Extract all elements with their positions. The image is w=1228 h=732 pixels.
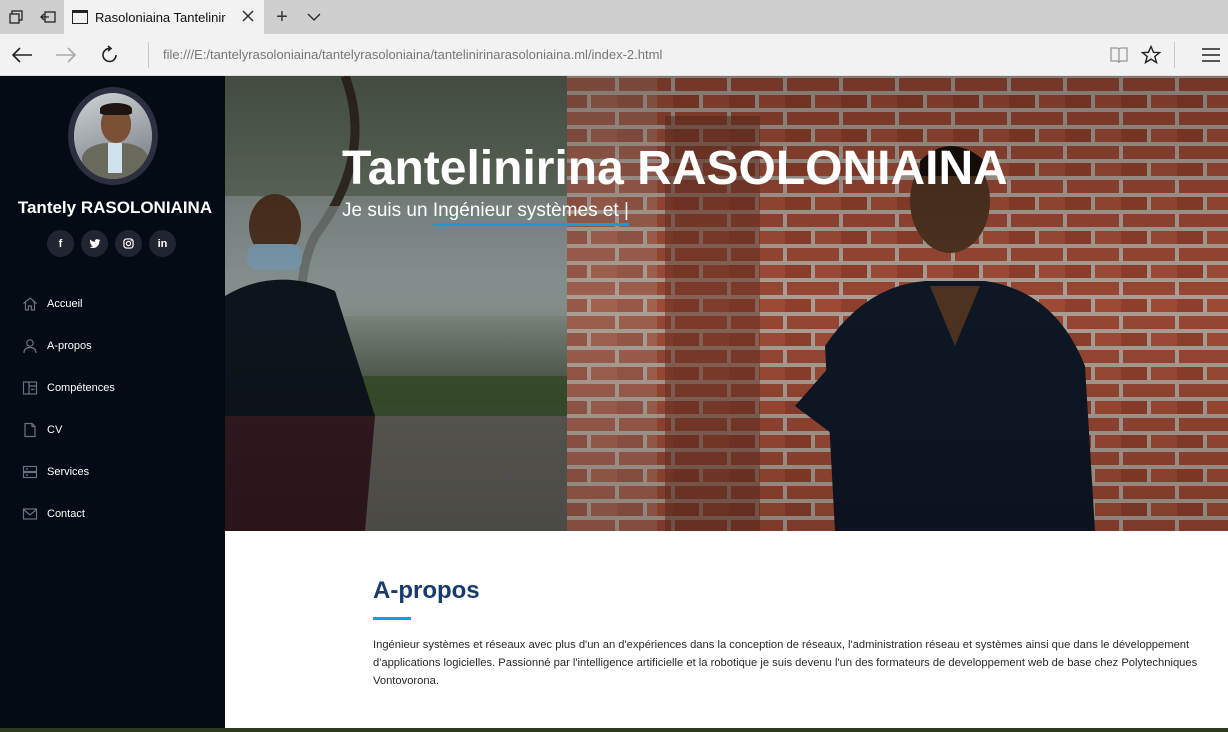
hero-subtitle: Je suis un Ingénieur systèmes et | bbox=[342, 200, 629, 226]
about-heading-underline bbox=[373, 617, 411, 620]
envelope-icon bbox=[22, 508, 38, 520]
sidebar-item-label: A-propos bbox=[47, 340, 92, 352]
sidebar-item-competences[interactable]: Compétences bbox=[22, 367, 212, 409]
page-icon bbox=[72, 10, 88, 24]
instagram-icon[interactable] bbox=[115, 230, 142, 257]
bottom-strip bbox=[0, 728, 1228, 732]
sidebar-item-label: Accueil bbox=[47, 298, 83, 310]
sidebar-item-a-propos[interactable]: A-propos bbox=[22, 325, 212, 367]
sidebar-item-contact[interactable]: Contact bbox=[22, 493, 212, 535]
set-aside-tabs-icon[interactable] bbox=[32, 0, 64, 34]
sidebar-item-label: Compétences bbox=[47, 382, 115, 394]
sidebar: Tantely RASOLONIAINA f in Accueil A-prop… bbox=[0, 76, 225, 732]
sidebar-item-services[interactable]: Services bbox=[22, 451, 212, 493]
address-bar[interactable]: file:///E:/tantelyrasoloniaina/tantelyra… bbox=[163, 47, 662, 62]
file-icon bbox=[24, 422, 36, 438]
hero-subtitle-prefix: Je suis un bbox=[342, 200, 433, 221]
toolbar-separator bbox=[1174, 42, 1175, 68]
hero-section: Tantelinirina RASOLONIAINA Je suis un In… bbox=[225, 76, 1228, 531]
sidebar-name[interactable]: Tantely RASOLONIAINA bbox=[0, 198, 230, 218]
reading-view-icon[interactable] bbox=[1102, 38, 1136, 72]
tab-manager-icon[interactable] bbox=[0, 0, 32, 34]
sidebar-item-label: Services bbox=[47, 466, 90, 478]
facebook-icon[interactable]: f bbox=[47, 230, 74, 257]
tab-title: Rasoloniaina Tantelinir bbox=[95, 9, 226, 25]
social-links: f in bbox=[47, 230, 176, 257]
active-tab[interactable]: Rasoloniaina Tantelinir bbox=[64, 0, 264, 34]
back-arrow-icon[interactable] bbox=[5, 38, 39, 72]
sidebar-item-cv[interactable]: CV bbox=[22, 409, 212, 451]
new-tab-button[interactable]: + bbox=[268, 0, 296, 34]
linkedin-icon[interactable]: in bbox=[149, 230, 176, 257]
favorite-star-icon[interactable] bbox=[1134, 38, 1168, 72]
sidebar-item-label: CV bbox=[47, 424, 63, 436]
refresh-icon[interactable] bbox=[93, 38, 127, 72]
sidebar-item-label: Contact bbox=[47, 508, 85, 520]
browser-nav-bar: file:///E:/tantelyrasoloniaina/tantelyra… bbox=[0, 34, 1228, 76]
about-text: Ingénieur systèmes et réseaux avec plus … bbox=[373, 639, 1198, 687]
server-icon bbox=[22, 465, 38, 479]
profile-avatar bbox=[68, 87, 158, 185]
sidebar-menu: Accueil A-propos Compétences CV Services… bbox=[22, 283, 212, 535]
sidebar-item-accueil[interactable]: Accueil bbox=[22, 283, 212, 325]
forward-arrow-icon[interactable] bbox=[49, 38, 83, 72]
user-icon bbox=[23, 339, 37, 354]
about-section: A-propos Ingénieur systèmes et réseaux a… bbox=[225, 531, 1228, 728]
hero-title: Tantelinirina RASOLONIAINA bbox=[342, 142, 1008, 195]
about-heading: A-propos bbox=[373, 577, 480, 604]
address-separator bbox=[148, 42, 149, 68]
browser-tab-bar: Rasoloniaina Tantelinir + bbox=[0, 0, 1228, 34]
columns-icon bbox=[22, 381, 38, 395]
hub-menu-icon[interactable] bbox=[1194, 38, 1228, 72]
tab-list-chevron-icon[interactable] bbox=[300, 0, 328, 34]
home-icon bbox=[23, 297, 37, 311]
close-tab-icon[interactable] bbox=[240, 8, 256, 24]
twitter-icon[interactable] bbox=[81, 230, 108, 257]
hero-typed-text: Ingénieur systèmes et | bbox=[432, 200, 629, 226]
